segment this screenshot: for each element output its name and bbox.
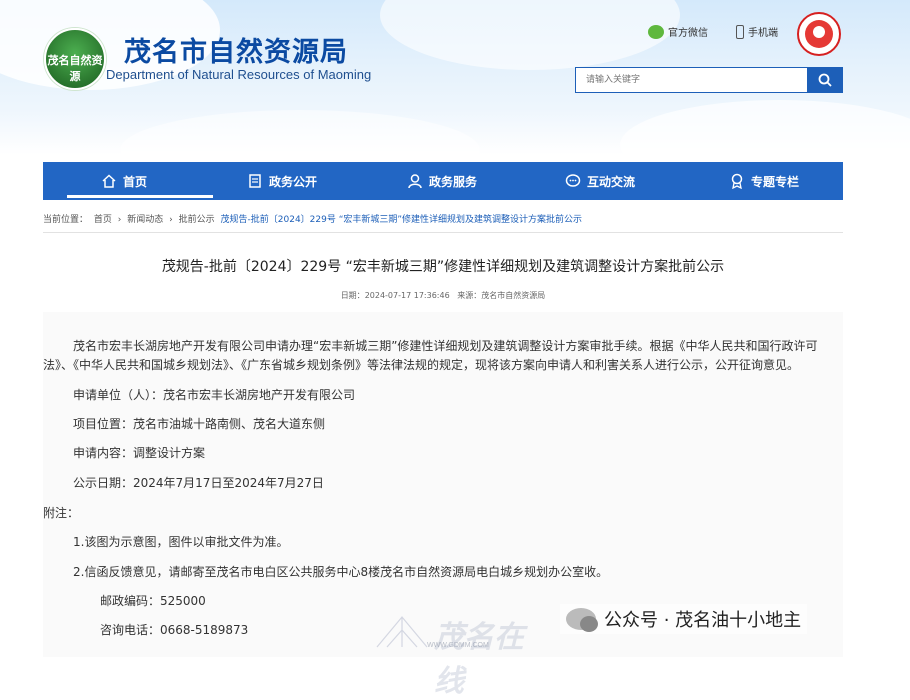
home-icon: [102, 174, 116, 188]
nav-item-special-topics[interactable]: 专题专栏: [729, 162, 799, 200]
location-line: 项目位置：茂名市油城十路南侧、茂名大道东侧: [73, 417, 326, 431]
applicant-line: 申请单位（人）：茂名市宏丰长湖房地产开发有限公司: [73, 388, 356, 402]
site-logo[interactable]: 茂名自然资源: [44, 28, 106, 90]
article-intro-line2: 法》、《中华人民共和国城乡规划法》、《广东省城乡规划条例》等法律法规的规定，现将…: [43, 358, 800, 372]
site-subtitle: Department of Natural Resources of Maomi…: [106, 67, 372, 82]
search-icon: [818, 73, 832, 87]
date-label: 日期：: [340, 291, 365, 300]
wechat-bubble-icon: [566, 608, 598, 632]
search-input[interactable]: [576, 68, 806, 92]
watermark-site-name: 茂名在线: [434, 621, 524, 698]
document-icon: [249, 174, 261, 188]
search-button[interactable]: [807, 67, 843, 93]
breadcrumb-current[interactable]: 茂规告-批前〔2024〕229号 “宏丰新城三期”修建性详细规划及建筑调整设计方…: [221, 215, 583, 225]
breadcrumb-separator: ›: [117, 215, 122, 225]
wechat-account-watermark: 公众号 · 茂名油十小地主: [560, 604, 808, 634]
site-title[interactable]: 茂名市自然资源局: [124, 30, 348, 69]
nav-item-interaction[interactable]: 互动交流: [565, 162, 635, 200]
breadcrumb-link-home[interactable]: 首页: [94, 215, 112, 225]
note-1: 1.该图为示意图，图件以审批文件为准。: [73, 535, 289, 549]
chat-icon: [565, 174, 581, 187]
article-meta: 日期：2024-07-17 17:36:46 来源：茂名市自然资源局: [43, 290, 843, 301]
site-header: 茂名自然资源 茂名市自然资源局 Department of Natural Re…: [0, 0, 910, 155]
nav-item-services[interactable]: 政务服务: [407, 162, 477, 200]
spider-web-icon: [376, 616, 428, 648]
note-2: 2.信函反馈意见，请邮寄至茂名市电白区公共服务中心8楼茂名市自然资源局电白城乡规…: [73, 565, 609, 579]
note-label: 附注：: [43, 506, 80, 520]
nav-label: 首页: [123, 174, 148, 189]
breadcrumb-link-notices[interactable]: 批前公示: [179, 215, 215, 225]
search-box: [575, 67, 843, 93]
header-cloud: [120, 110, 480, 155]
phone-icon: [736, 24, 744, 39]
header-cloud: [380, 0, 680, 70]
nav-label: 政务公开: [269, 174, 318, 189]
nav-label: 专题专栏: [751, 174, 800, 189]
wechat-icon: [648, 24, 664, 39]
wechat-label: 官方微信: [668, 28, 708, 39]
article-intro-line1: 茂名市宏丰长湖房地产开发有限公司申请办理“宏丰新城三期”修建性详细规划及建筑调整…: [73, 339, 818, 353]
nav-active-indicator: [67, 195, 213, 198]
content-line: 申请内容：调整设计方案: [73, 446, 206, 460]
breadcrumb-link-news[interactable]: 新闻动态: [127, 215, 163, 225]
watermark-account: 公众号 · 茂名油十小地主: [604, 610, 802, 631]
watermark-url: WWW.GDMM.COM: [427, 642, 489, 649]
publish-date: 2024-07-17 17:36:46: [364, 291, 450, 300]
mobile-link[interactable]: 手机端: [736, 24, 778, 39]
emblem-center: [813, 26, 825, 38]
site-watermark-logo: 茂名在线 WWW.GDMM.COM: [372, 612, 552, 698]
breadcrumb-separator: ›: [169, 215, 173, 225]
article-title: 茂规告-批前〔2024〕229号 “宏丰新城三期”修建性详细规划及建筑调整设计方…: [161, 259, 725, 275]
main-nav: 首页 政务公开 政务服务 互动交流 专题专栏: [43, 162, 843, 200]
breadcrumb-label: 当前位置：: [43, 215, 89, 225]
maoming-emblem-logo: [797, 12, 841, 56]
nav-label: 互动交流: [587, 174, 636, 189]
wechat-link[interactable]: 官方微信: [648, 24, 708, 39]
header-cloud: [620, 100, 910, 155]
breadcrumb-divider: [43, 232, 843, 233]
article-source: 茂名市自然资源局: [481, 291, 546, 300]
medal-icon: [731, 173, 743, 189]
service-person-icon: [408, 174, 422, 189]
mobile-label: 手机端: [748, 28, 778, 39]
period-line: 公示日期：2024年7月17日至2024年7月27日: [73, 476, 324, 490]
nav-label: 政务服务: [429, 174, 478, 189]
logo-text: 茂名自然资源: [47, 54, 103, 83]
breadcrumb: 当前位置： 首页 › 新闻动态 › 批前公示 茂规告-批前〔2024〕229号 …: [43, 212, 585, 225]
nav-item-government-affairs[interactable]: 政务公开: [247, 162, 317, 200]
source-label: 来源：: [457, 291, 482, 300]
